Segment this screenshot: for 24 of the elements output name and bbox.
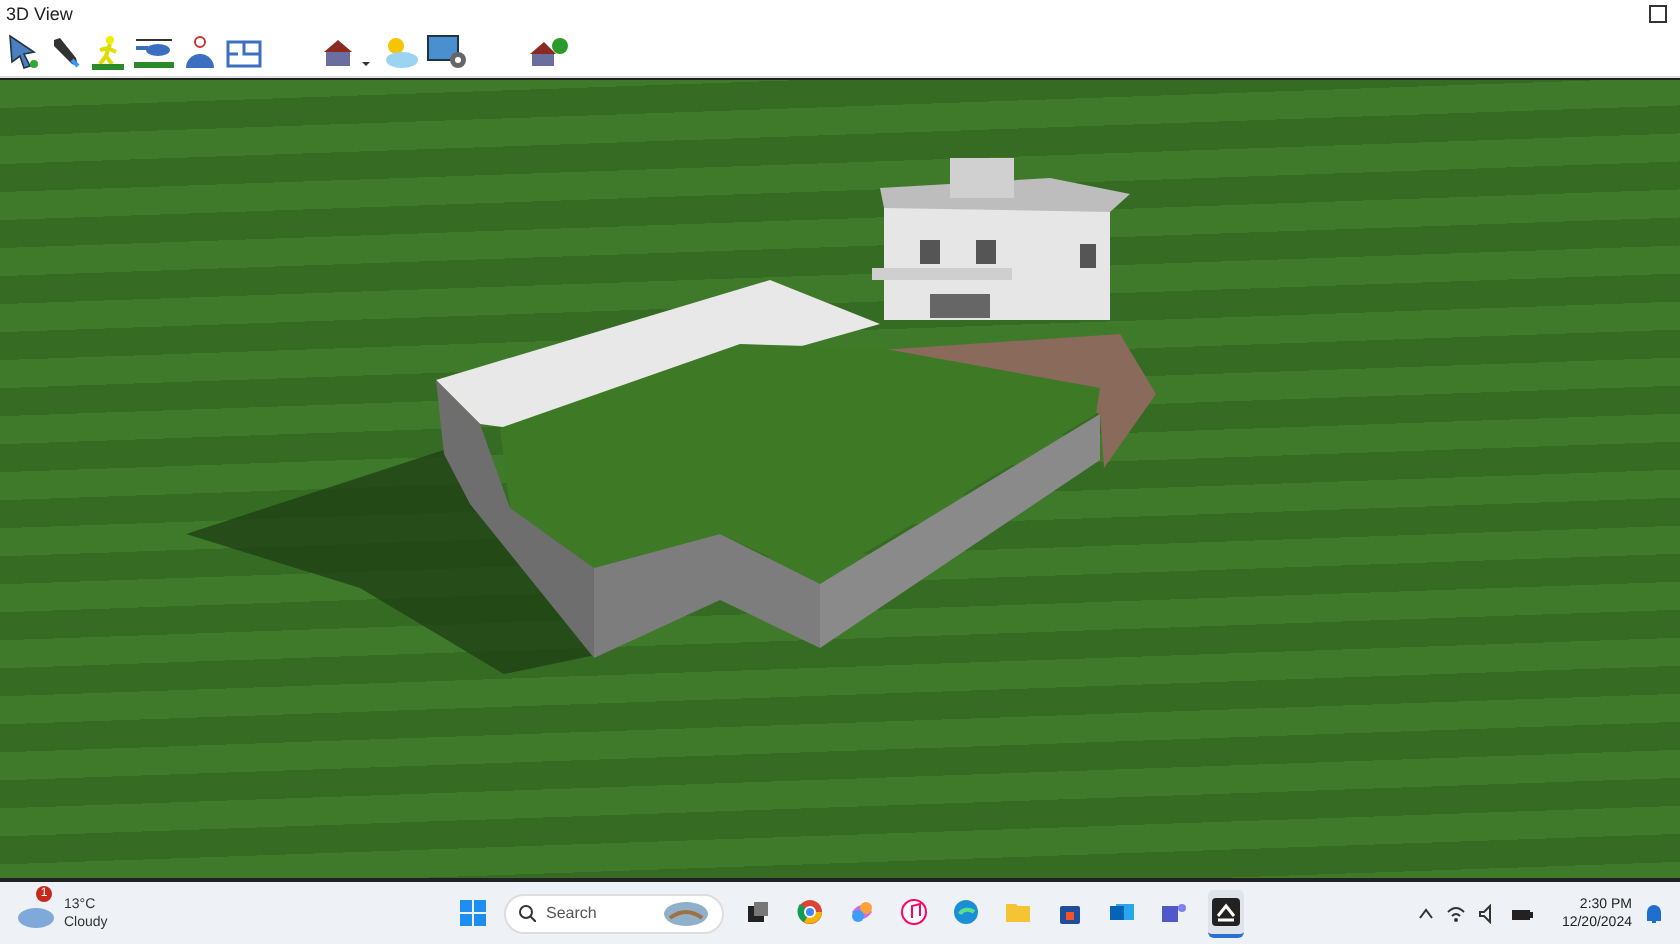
bell-icon[interactable] — [1644, 901, 1664, 925]
house-tree-icon[interactable] — [526, 34, 570, 70]
person-globe-icon[interactable] — [182, 34, 218, 70]
start-icon[interactable] — [460, 899, 488, 927]
landscape-picture-icon — [662, 899, 710, 927]
window-title: 3D View — [6, 4, 73, 24]
browser-icon — [796, 897, 824, 925]
globe-icon — [952, 897, 980, 925]
search-icon — [518, 904, 536, 922]
house-icon[interactable] — [320, 34, 356, 70]
taskbar-app[interactable] — [1208, 889, 1244, 937]
wifi-icon[interactable] — [1445, 903, 1466, 923]
search-field[interactable]: Search — [504, 893, 724, 933]
pointer-icon[interactable] — [6, 34, 42, 70]
dropper-icon[interactable] — [48, 34, 84, 70]
window-icon — [746, 899, 770, 923]
display-settings-icon[interactable] — [426, 34, 470, 70]
app-icon — [1212, 897, 1240, 925]
helicopter-icon[interactable] — [132, 34, 176, 70]
walking-person-icon[interactable] — [90, 34, 126, 70]
maximize-icon[interactable] — [1648, 4, 1668, 24]
chevron-up-icon[interactable] — [1417, 905, 1434, 921]
sparkle-icon — [848, 897, 876, 925]
music-icon — [900, 897, 928, 925]
